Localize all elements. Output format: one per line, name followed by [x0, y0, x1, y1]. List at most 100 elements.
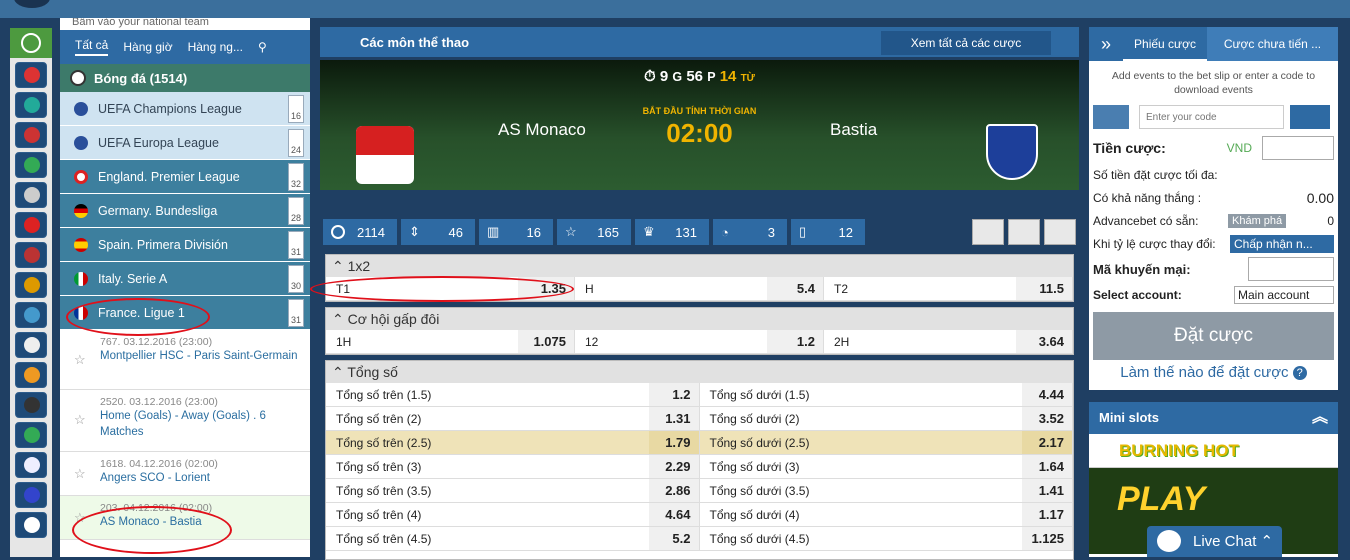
odd-cell[interactable]: Tổng số trên (2) 1.31	[326, 407, 700, 431]
match-name[interactable]: Montpellier HSC - Paris Saint-Germain	[100, 348, 310, 364]
globe-icon[interactable]	[10, 28, 52, 58]
league-count[interactable]: 30	[288, 265, 304, 293]
view-collapse-icon[interactable]	[1044, 219, 1076, 245]
flag-iran-icon[interactable]	[15, 422, 47, 448]
flag-spain-icon[interactable]	[15, 362, 47, 388]
odd-cell[interactable]: Tổng số trên (4.5) 5.2	[326, 527, 700, 551]
odd-cell[interactable]: Tổng số trên (3.5) 2.86	[326, 479, 700, 503]
live-chat-button[interactable]: Live Chat ⌃	[1147, 526, 1282, 557]
tab-daily[interactable]: Hàng ng...	[188, 40, 243, 54]
see-all-bets-button[interactable]: Xem tất cả các cược	[881, 31, 1051, 55]
odd-cell[interactable]: Tổng số trên (1.5) 1.2	[326, 383, 700, 407]
odd-cell[interactable]: H 5.4	[575, 277, 824, 301]
league-item[interactable]: UEFA Europa League 24	[60, 126, 310, 160]
match-time: 1618. 04.12.2016 (02:00)	[100, 458, 218, 470]
italy-flag-icon	[74, 271, 88, 286]
flag-usa-icon[interactable]	[15, 242, 47, 268]
match-item[interactable]: 1618. 04.12.2016 (02:00) Angers SCO - Lor…	[60, 452, 310, 496]
place-bet-button[interactable]: Đặt cược	[1093, 312, 1334, 360]
odd-cell[interactable]: Tổng số dưới (1.5) 4.44	[699, 383, 1073, 407]
how-to-bet-link[interactable]: Làm thế nào để đặt cược ?	[1089, 364, 1338, 381]
flag-denmark-icon[interactable]	[15, 212, 47, 238]
stat-specials[interactable]: ♛ 131	[635, 219, 709, 245]
league-item[interactable]: Italy. Serie A 30	[60, 262, 310, 296]
odd-cell[interactable]: Tổng số dưới (4) 1.17	[699, 503, 1073, 527]
tab-hourly[interactable]: Hàng giờ	[123, 40, 172, 54]
sport-football[interactable]: Bóng đá (1514)	[60, 64, 310, 92]
odd-cell[interactable]: T2 11.5	[824, 277, 1073, 301]
game-burning-hot[interactable]: BURNING HOT	[1089, 434, 1338, 468]
site-logo[interactable]	[14, 0, 50, 8]
odd-cell[interactable]: 2H 3.64	[824, 330, 1073, 354]
league-item[interactable]: Germany. Bundesliga 28	[60, 194, 310, 228]
odd-cell[interactable]: 12 1.2	[575, 330, 824, 354]
league-count[interactable]: 16	[288, 95, 304, 123]
market-header[interactable]: ⌃ Cơ hội gấp đôi	[326, 308, 1073, 330]
match-item[interactable]: 767. 03.12.2016 (23:00) Montpellier HSC -…	[60, 330, 310, 390]
flag-uae-icon[interactable]	[15, 62, 47, 88]
market-header[interactable]: ⌃ Tổng số	[326, 361, 1073, 383]
stat-value: 131	[675, 224, 697, 240]
view-double-icon[interactable]	[1008, 219, 1040, 245]
tab-open-bets[interactable]: Cược chưa tiến ...	[1207, 27, 1338, 61]
league-count[interactable]: 28	[288, 197, 304, 225]
flag-czech-icon[interactable]	[15, 182, 47, 208]
back-arrow-icon[interactable]	[1093, 105, 1129, 129]
odd-cell[interactable]: 1H 1.075	[326, 330, 575, 354]
stat-totals[interactable]: ▥ 16	[479, 219, 553, 245]
odd-cell[interactable]: Tổng số dưới (4.5) 1.125	[699, 527, 1073, 551]
league-count[interactable]: 31	[288, 231, 304, 259]
odd-value: 1.075	[518, 330, 574, 353]
odds-change-select[interactable]: Chấp nhận n...	[1230, 234, 1334, 253]
star-icon[interactable]: ☆	[74, 466, 86, 482]
stat-time[interactable]: ◔ 3	[713, 219, 787, 245]
odd-cell[interactable]: Tổng số dưới (2) 3.52	[699, 407, 1073, 431]
flag-estonia-icon[interactable]	[15, 392, 47, 418]
collapse-icon[interactable]: »	[1089, 27, 1123, 61]
match-item[interactable]: 2520. 03.12.2016 (23:00) Home (Goals) - A…	[60, 390, 310, 452]
tab-all[interactable]: Tất cả	[75, 38, 109, 56]
flag-belarus-icon[interactable]	[15, 122, 47, 148]
flag-israel-icon[interactable]	[15, 512, 47, 538]
explore-button[interactable]: Khám phá	[1228, 213, 1287, 228]
stat-cards[interactable]: ▯ 12	[791, 219, 865, 245]
flag-bulgaria-icon[interactable]	[15, 152, 47, 178]
match-name[interactable]: Angers SCO - Lorient	[100, 470, 310, 486]
odd-cell[interactable]: Tổng số dưới (3) 1.64	[699, 455, 1073, 479]
flag-finland-icon[interactable]	[15, 452, 47, 478]
stat-handicap[interactable]: ⇕ 46	[401, 219, 475, 245]
odd-cell[interactable]: Tổng số dưới (3.5) 1.41	[699, 479, 1073, 503]
stat-favorites[interactable]: ☆ 165	[557, 219, 631, 245]
countdown-unit: P	[707, 70, 716, 84]
odd-cell[interactable]: Tổng số dưới (2.5) 2.17	[699, 431, 1073, 455]
search-icon[interactable]: ⚲	[258, 40, 267, 54]
odd-cell[interactable]: Tổng số trên (4) 4.64	[326, 503, 700, 527]
odd-cell[interactable]: Tổng số trên (2.5) 1.79	[326, 431, 700, 455]
view-single-icon[interactable]	[972, 219, 1004, 245]
flag-france-icon[interactable]	[15, 482, 47, 508]
stat-all[interactable]: 2114	[323, 219, 397, 245]
odd-cell[interactable]: Tổng số trên (3) 2.29	[326, 455, 700, 479]
tab-bet-slip[interactable]: Phiếu cược	[1123, 27, 1207, 61]
star-icon[interactable]: ☆	[74, 412, 86, 428]
league-item[interactable]: Spain. Primera División 31	[60, 228, 310, 262]
collapse-up-icon[interactable]: ︽	[1312, 402, 1328, 434]
league-count[interactable]: 31	[288, 299, 304, 327]
promo-text: PLAY	[1117, 480, 1206, 518]
match-name[interactable]: Home (Goals) - Away (Goals) . 6 Matches	[100, 408, 310, 440]
flag-greece-icon[interactable]	[15, 302, 47, 328]
league-item[interactable]: UEFA Champions League 16	[60, 92, 310, 126]
account-select[interactable]: Main account	[1234, 285, 1334, 304]
league-count[interactable]: 32	[288, 163, 304, 191]
flag-germany-icon[interactable]	[15, 272, 47, 298]
stake-input[interactable]	[1262, 136, 1334, 160]
download-icon[interactable]	[1290, 105, 1330, 129]
market-header[interactable]: ⌃ 1x2	[326, 255, 1073, 277]
star-icon[interactable]: ☆	[74, 352, 86, 368]
code-input[interactable]	[1139, 105, 1284, 129]
league-count[interactable]: 24	[288, 129, 304, 157]
league-item[interactable]: England. Premier League 32	[60, 160, 310, 194]
flag-england-icon[interactable]	[15, 332, 47, 358]
flag-azerbaijan-icon[interactable]	[15, 92, 47, 118]
promo-input[interactable]	[1248, 257, 1334, 281]
